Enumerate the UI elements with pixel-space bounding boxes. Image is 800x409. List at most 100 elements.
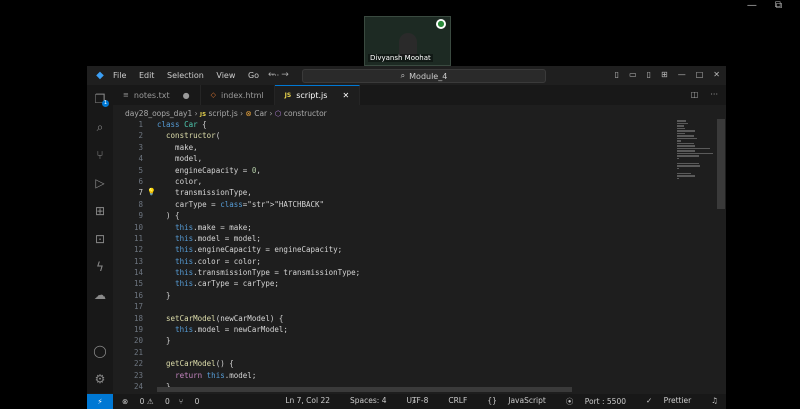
tab-close-icon[interactable]: ✕ xyxy=(342,91,349,100)
encoding[interactable]: UTF-8 xyxy=(406,396,428,407)
window-maximize-icon[interactable]: □ xyxy=(696,70,704,79)
split-editor-icon[interactable]: ◫ xyxy=(691,90,699,99)
minimap[interactable] xyxy=(677,119,717,199)
code-line[interactable]: 12 this.engineCapacity = engineCapacity; xyxy=(113,244,676,255)
menu-edit[interactable]: Edit xyxy=(139,71,155,80)
tab-script-js[interactable]: JS script.js ✕ xyxy=(274,85,361,105)
modified-dot-icon[interactable]: ● xyxy=(183,91,190,100)
source-control-icon[interactable]: ⑂ xyxy=(87,141,113,169)
code-line[interactable]: 10 this.make = make; xyxy=(113,222,676,233)
popout-icon[interactable]: ⧉ xyxy=(775,0,782,11)
toggle-secondary-sidebar-icon[interactable]: ▯ xyxy=(647,70,651,79)
search-view-icon[interactable]: ⌕ xyxy=(87,113,113,141)
code-line[interactable]: 20 } xyxy=(113,335,676,346)
cursor-position[interactable]: Ln 7, Col 22 xyxy=(285,396,330,407)
vertical-scrollbar[interactable] xyxy=(717,119,725,209)
participant-video[interactable]: ● Divyansh Moohat xyxy=(364,16,451,66)
menu-view[interactable]: View xyxy=(216,71,235,80)
minimap-line xyxy=(677,135,694,137)
line-number: 4 xyxy=(138,154,143,164)
line-number: 22 xyxy=(133,359,143,369)
line-number: 9 xyxy=(138,211,143,221)
line-number: 16 xyxy=(133,290,143,300)
code-line[interactable]: 13 this.color = color; xyxy=(113,256,676,267)
prettier-label: Prettier xyxy=(663,396,692,405)
code-line[interactable]: 1 class Car { xyxy=(113,119,676,130)
code-editor[interactable]: 1 class Car {2 constructor(3 make, 4 model… xyxy=(113,119,676,394)
indentation[interactable]: Spaces: 4 xyxy=(350,396,386,407)
tab-notes-txt[interactable]: ≡ notes.txt ● xyxy=(113,85,201,105)
code-line[interactable]: 2 constructor( xyxy=(113,130,676,141)
line-number: 23 xyxy=(133,370,143,380)
accounts-icon[interactable]: ◯ xyxy=(87,337,113,365)
breadcrumb-class[interactable]: Car xyxy=(254,109,267,118)
code-line[interactable]: 5 engineCapacity = 0, xyxy=(113,165,676,176)
tab-index-html[interactable]: ◇ index.html xyxy=(201,85,275,105)
code-line[interactable]: 14 this.transmissionType = transmissionT… xyxy=(113,267,676,278)
forward-arrow-icon[interactable]: → xyxy=(281,70,289,80)
menu-go[interactable]: Go xyxy=(248,71,259,80)
window-minimize-icon[interactable]: — xyxy=(678,70,686,79)
code-line[interactable]: 7 💡 transmissionType, xyxy=(113,187,676,198)
toggle-sidebar-icon[interactable]: ▯ xyxy=(615,70,619,79)
extensions-icon[interactable]: ⊞ xyxy=(87,197,113,225)
lightbulb-icon[interactable]: 💡 xyxy=(147,187,156,198)
run-debug-icon[interactable]: ▷ xyxy=(87,169,113,197)
code-line[interactable]: 9 ) { xyxy=(113,210,676,221)
code-line[interactable]: 16 } xyxy=(113,290,676,301)
code-line[interactable]: 11 this.model = model; xyxy=(113,233,676,244)
problems-indicator[interactable]: ⊗ 0 ⚠ 0 xyxy=(122,397,170,406)
code-line[interactable]: 21 xyxy=(113,347,676,358)
settings-gear-icon[interactable]: ⚙ xyxy=(87,365,113,393)
code-line[interactable]: 6 color, xyxy=(113,176,676,187)
minimap-line xyxy=(677,142,694,144)
line-number: 3 xyxy=(138,142,143,152)
code-line[interactable]: 15 this.carType = carType; xyxy=(113,278,676,289)
mic-icon: ● xyxy=(436,19,446,29)
code-text: return this.model; xyxy=(175,370,257,380)
docker-icon[interactable]: ☁ xyxy=(87,281,113,309)
search-icon: ⌕ xyxy=(400,71,406,80)
window-close-icon[interactable]: ✕ xyxy=(713,70,720,79)
breadcrumb-folder[interactable]: day28_oops_day1 xyxy=(125,109,192,118)
minimap-line xyxy=(677,137,697,139)
line-number: 19 xyxy=(133,325,143,335)
code-line[interactable]: 17 xyxy=(113,301,676,312)
horizontal-scrollbar[interactable] xyxy=(157,387,572,392)
code-line[interactable]: 3 make, xyxy=(113,142,676,153)
code-line[interactable]: 22 getCarModel() { xyxy=(113,358,676,369)
toggle-panel-icon[interactable]: ▭ xyxy=(629,70,637,79)
ports-indicator[interactable]: ⑂ 0 xyxy=(179,397,200,406)
live-server-port[interactable]: ⦿ Port : 5500 xyxy=(566,396,626,407)
code-line[interactable]: 8 carType = class="str">"HATCHBACK" xyxy=(113,199,676,210)
breadcrumb-file[interactable]: script.js xyxy=(208,109,237,118)
breadcrumb-method[interactable]: constructor xyxy=(284,109,327,118)
code-text: make, xyxy=(157,142,198,152)
more-actions-icon[interactable]: ··· xyxy=(710,90,718,99)
minimize-share-icon[interactable]: — xyxy=(747,0,757,11)
tab-label: script.js xyxy=(296,91,328,100)
code-line[interactable]: 19 this.model = newCarModel; xyxy=(113,324,676,335)
code-line[interactable]: 4 model, xyxy=(113,153,676,164)
notifications-bell-icon[interactable]: ♫ xyxy=(711,396,718,407)
language-mode[interactable]: {} JavaScript xyxy=(487,396,546,407)
breadcrumb: day28_oops_day1 › JS script.js › ⊗ Car ›… xyxy=(125,109,327,118)
minimap-line xyxy=(677,152,713,154)
minimap-line xyxy=(677,157,680,159)
remote-indicator-icon[interactable]: ⚡ xyxy=(87,394,113,409)
command-center[interactable]: ⌕ Module_4 xyxy=(302,69,546,83)
explorer-icon[interactable]: ❐ 1 xyxy=(87,85,113,113)
line-ending[interactable]: CRLF xyxy=(448,396,467,407)
code-text: carType = class="str">"HATCHBACK" xyxy=(157,199,325,209)
code-line[interactable]: 23 return this.model; xyxy=(113,370,676,381)
menu-selection[interactable]: Selection xyxy=(167,71,204,80)
layout-icon[interactable]: ⊞ xyxy=(661,70,668,79)
prettier-status[interactable]: ✓ Prettier xyxy=(646,396,691,407)
menu-bar: File Edit Selection View Go ··· xyxy=(113,71,289,80)
menu-file[interactable]: File xyxy=(113,71,126,80)
line-number: 12 xyxy=(133,245,143,255)
code-line[interactable]: 18 setCarModel(newCarModel) { xyxy=(113,313,676,324)
remote-explorer-icon[interactable]: ⊡ xyxy=(87,225,113,253)
back-arrow-icon[interactable]: ← xyxy=(268,70,276,80)
thunder-client-icon[interactable]: ϟ xyxy=(87,253,113,281)
